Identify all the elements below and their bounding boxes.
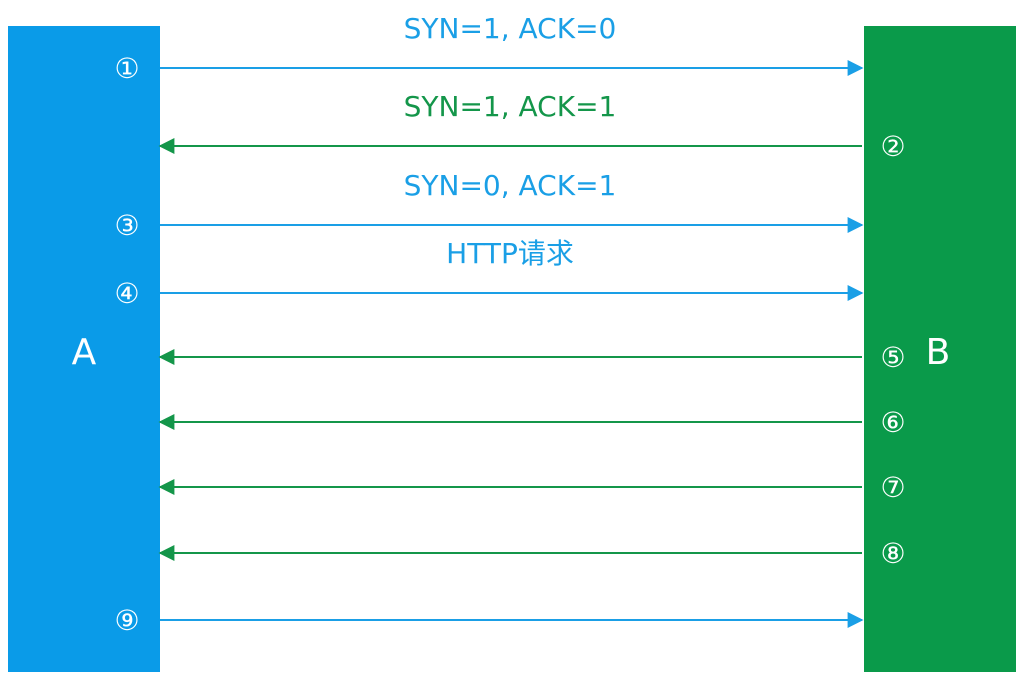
step-7-marker: ⑦	[880, 471, 905, 504]
step-4-marker: ④	[114, 277, 139, 310]
host-b-label: B	[926, 332, 951, 373]
step-1-marker: ①	[114, 52, 139, 85]
step-9-marker: ⑨	[114, 604, 139, 637]
step-8-marker: ⑧	[880, 537, 905, 570]
step-2-label: SYN=1, ACK=1	[404, 90, 617, 123]
tcp-sequence-diagram: A B ① SYN=1, ACK=0 ② SYN=1, ACK=1 ③ SYN=0, AC…	[8, 12, 1016, 672]
step-5-marker: ⑤	[880, 341, 905, 374]
step-4-label: HTTP请求	[446, 237, 574, 270]
host-a-label: A	[72, 332, 97, 373]
step-1-label: SYN=1, ACK=0	[404, 12, 617, 45]
step-2-marker: ②	[880, 130, 905, 163]
step-3-label: SYN=0, ACK=1	[404, 169, 617, 202]
message-steps: ① SYN=1, ACK=0 ② SYN=1, ACK=1 ③ SYN=0, ACK=1 ④…	[114, 12, 905, 637]
step-6-marker: ⑥	[880, 406, 905, 439]
step-3-marker: ③	[114, 209, 139, 242]
